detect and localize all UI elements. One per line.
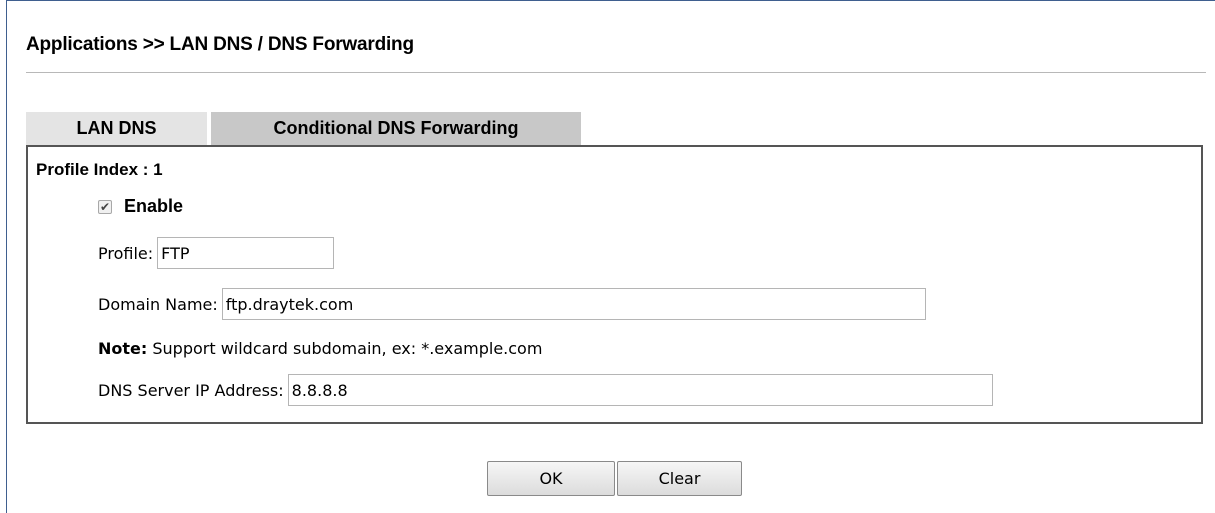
page-title: Applications >> LAN DNS / DNS Forwarding [26, 34, 414, 55]
domain-name-input[interactable] [221, 288, 926, 320]
note-prefix: Note: [98, 339, 148, 358]
dns-server-ip-label: DNS Server IP Address: [98, 380, 284, 400]
domain-name-label: Domain Name: [98, 294, 218, 314]
profile-index-label: Profile Index : 1 [36, 160, 163, 179]
tab-conditional-dns-forwarding[interactable]: Conditional DNS Forwarding [211, 112, 581, 145]
note-text: Support wildcard subdomain, ex: *.exampl… [147, 339, 543, 358]
profile-label: Profile: [98, 243, 154, 263]
domain-name-row: Domain Name: [98, 288, 926, 320]
enable-checkbox[interactable]: ✔ [98, 199, 112, 214]
title-divider [26, 72, 1206, 73]
tab-lan-dns[interactable]: LAN DNS [26, 112, 207, 145]
dns-server-ip-input[interactable] [287, 374, 993, 406]
dns-server-ip-row: DNS Server IP Address: [98, 374, 993, 406]
ok-button[interactable]: OK [487, 461, 615, 496]
profile-input[interactable] [157, 237, 335, 269]
checkmark-icon: ✔ [99, 199, 111, 214]
clear-button[interactable]: Clear [617, 461, 742, 496]
wildcard-note: Note: Support wildcard subdomain, ex: *.… [98, 339, 542, 358]
enable-label: Enable [124, 196, 184, 216]
enable-row: ✔ Enable [98, 196, 183, 217]
profile-row: Profile: [98, 237, 335, 269]
